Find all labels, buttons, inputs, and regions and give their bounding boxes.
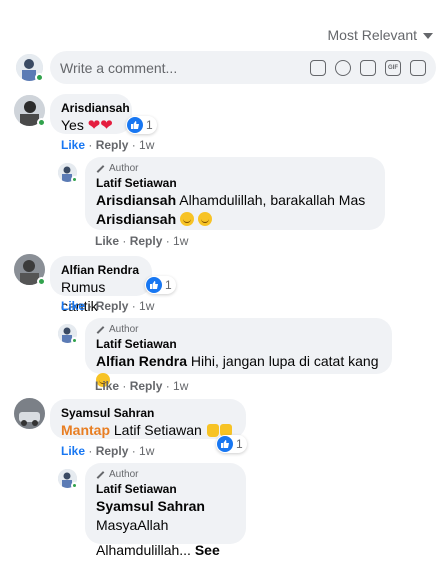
mention-link[interactable]: Latif Setiawan: [114, 422, 202, 438]
thumbs-up-emoji: [206, 424, 219, 437]
avatar[interactable]: [58, 163, 78, 183]
comment-actions: Like · Reply · 1w: [61, 444, 155, 458]
avatar[interactable]: [14, 254, 46, 286]
timestamp[interactable]: 1w: [139, 444, 154, 458]
timestamp[interactable]: 1w: [173, 379, 188, 393]
reply-author[interactable]: Latif Setiawan: [96, 336, 381, 352]
timestamp[interactable]: 1w: [173, 234, 188, 248]
reply-bubble: Author Latif Setiawan Arisdiansah Alhamd…: [85, 157, 385, 230]
reaction-number: 1: [236, 437, 243, 451]
author-badge: Author: [96, 468, 235, 481]
comment-bubble: Arisdiansah Yes ❤❤: [50, 94, 132, 134]
current-user-avatar[interactable]: [16, 54, 44, 82]
timestamp[interactable]: 1w: [139, 138, 154, 152]
like-button[interactable]: Like: [95, 379, 119, 393]
reply-button[interactable]: Reply: [96, 138, 129, 152]
online-status-dot: [71, 337, 78, 344]
reply-author[interactable]: Latif Setiawan: [96, 175, 374, 191]
mention-link[interactable]: Syamsul Sahran: [96, 498, 205, 514]
reply-button[interactable]: Reply: [130, 234, 163, 248]
avatar-sticker-icon[interactable]: [310, 59, 326, 76]
mention-link[interactable]: Arisdiansah: [96, 192, 176, 208]
reply-actions: Like · Reply · 1w: [95, 379, 189, 393]
reply-actions: Like · Reply · 1w: [95, 234, 189, 248]
reply-text-continued: Alhamdulillah...: [96, 542, 191, 558]
comment-bubble: Syamsul Sahran Mantap Latif Setiawan: [50, 399, 246, 439]
sort-label: Most Relevant: [327, 27, 417, 43]
smile-emoji: [180, 212, 195, 226]
online-status-dot: [37, 118, 46, 127]
online-status-dot: [35, 73, 44, 82]
comment-actions: Like · Reply · 1w: [61, 299, 155, 313]
reply-button[interactable]: Reply: [130, 379, 163, 393]
reply-text: Alhamdulillah, barakallah Mas: [179, 192, 366, 208]
reaction-count[interactable]: 1: [216, 435, 247, 453]
avatar[interactable]: [58, 469, 78, 489]
reply-bubble: Author Latif Setiawan Syamsul Sahran Mas…: [85, 463, 246, 564]
reply-author[interactable]: Latif Setiawan: [96, 481, 235, 497]
like-reaction-icon: [217, 436, 233, 452]
author-badge-label: Author: [109, 324, 139, 335]
online-status-dot: [37, 277, 46, 286]
author-badge: Author: [96, 323, 381, 336]
reply-bubble: Author Latif Setiawan Alfian Rendra Hihi…: [85, 318, 392, 387]
comment-composer[interactable]: GIF: [50, 51, 436, 84]
author-badge-label: Author: [109, 469, 139, 480]
pencil-icon: [96, 470, 105, 479]
avatar[interactable]: [58, 324, 78, 344]
like-button[interactable]: Like: [61, 299, 85, 313]
timestamp[interactable]: 1w: [139, 299, 154, 313]
reaction-number: 1: [165, 278, 172, 292]
comment-bubble: Alfian Rendra Rumus cantik: [50, 256, 152, 314]
comment-input[interactable]: [60, 59, 310, 76]
like-button[interactable]: Like: [95, 234, 119, 248]
reply-text: MasyaAllah: [96, 517, 169, 533]
gif-icon[interactable]: GIF: [385, 59, 401, 76]
camera-icon[interactable]: [360, 59, 376, 76]
mention-link[interactable]: Arisdiansah: [96, 211, 176, 227]
sticker-icon[interactable]: [410, 59, 426, 76]
pencil-icon: [96, 164, 105, 173]
sort-dropdown[interactable]: Most Relevant: [328, 27, 433, 43]
comment-author[interactable]: Arisdiansah: [61, 100, 130, 116]
pencil-icon: [96, 325, 105, 334]
author-badge: Author: [96, 162, 374, 175]
reaction-count[interactable]: 1: [126, 116, 157, 134]
mention-link[interactable]: Alfian Rendra: [96, 353, 187, 369]
like-reaction-icon: [146, 277, 162, 293]
highlighted-word: Mantap: [61, 422, 110, 438]
reply-button[interactable]: Reply: [96, 444, 129, 458]
reaction-count[interactable]: 1: [145, 276, 176, 294]
avatar[interactable]: [14, 398, 45, 429]
like-reaction-icon: [127, 117, 143, 133]
chevron-down-icon: [423, 33, 433, 39]
heart-emoji: ❤❤: [87, 117, 113, 134]
reply-text: Hihi, jangan lupa di catat kang: [190, 353, 379, 369]
online-status-dot: [71, 482, 78, 489]
comment-author[interactable]: Alfian Rendra: [61, 262, 141, 278]
comment-actions: Like · Reply · 1w: [61, 138, 155, 152]
avatar[interactable]: [14, 95, 46, 127]
like-button[interactable]: Like: [61, 444, 85, 458]
like-button[interactable]: Like: [61, 138, 85, 152]
comment-text: Yes: [61, 117, 84, 133]
reply-button[interactable]: Reply: [96, 299, 129, 313]
author-badge-label: Author: [109, 163, 139, 174]
emoji-icon[interactable]: [335, 59, 351, 76]
online-status-dot: [71, 176, 78, 183]
comment-author[interactable]: Syamsul Sahran: [61, 405, 235, 421]
reaction-number: 1: [146, 118, 153, 132]
smile-emoji: [197, 212, 212, 226]
